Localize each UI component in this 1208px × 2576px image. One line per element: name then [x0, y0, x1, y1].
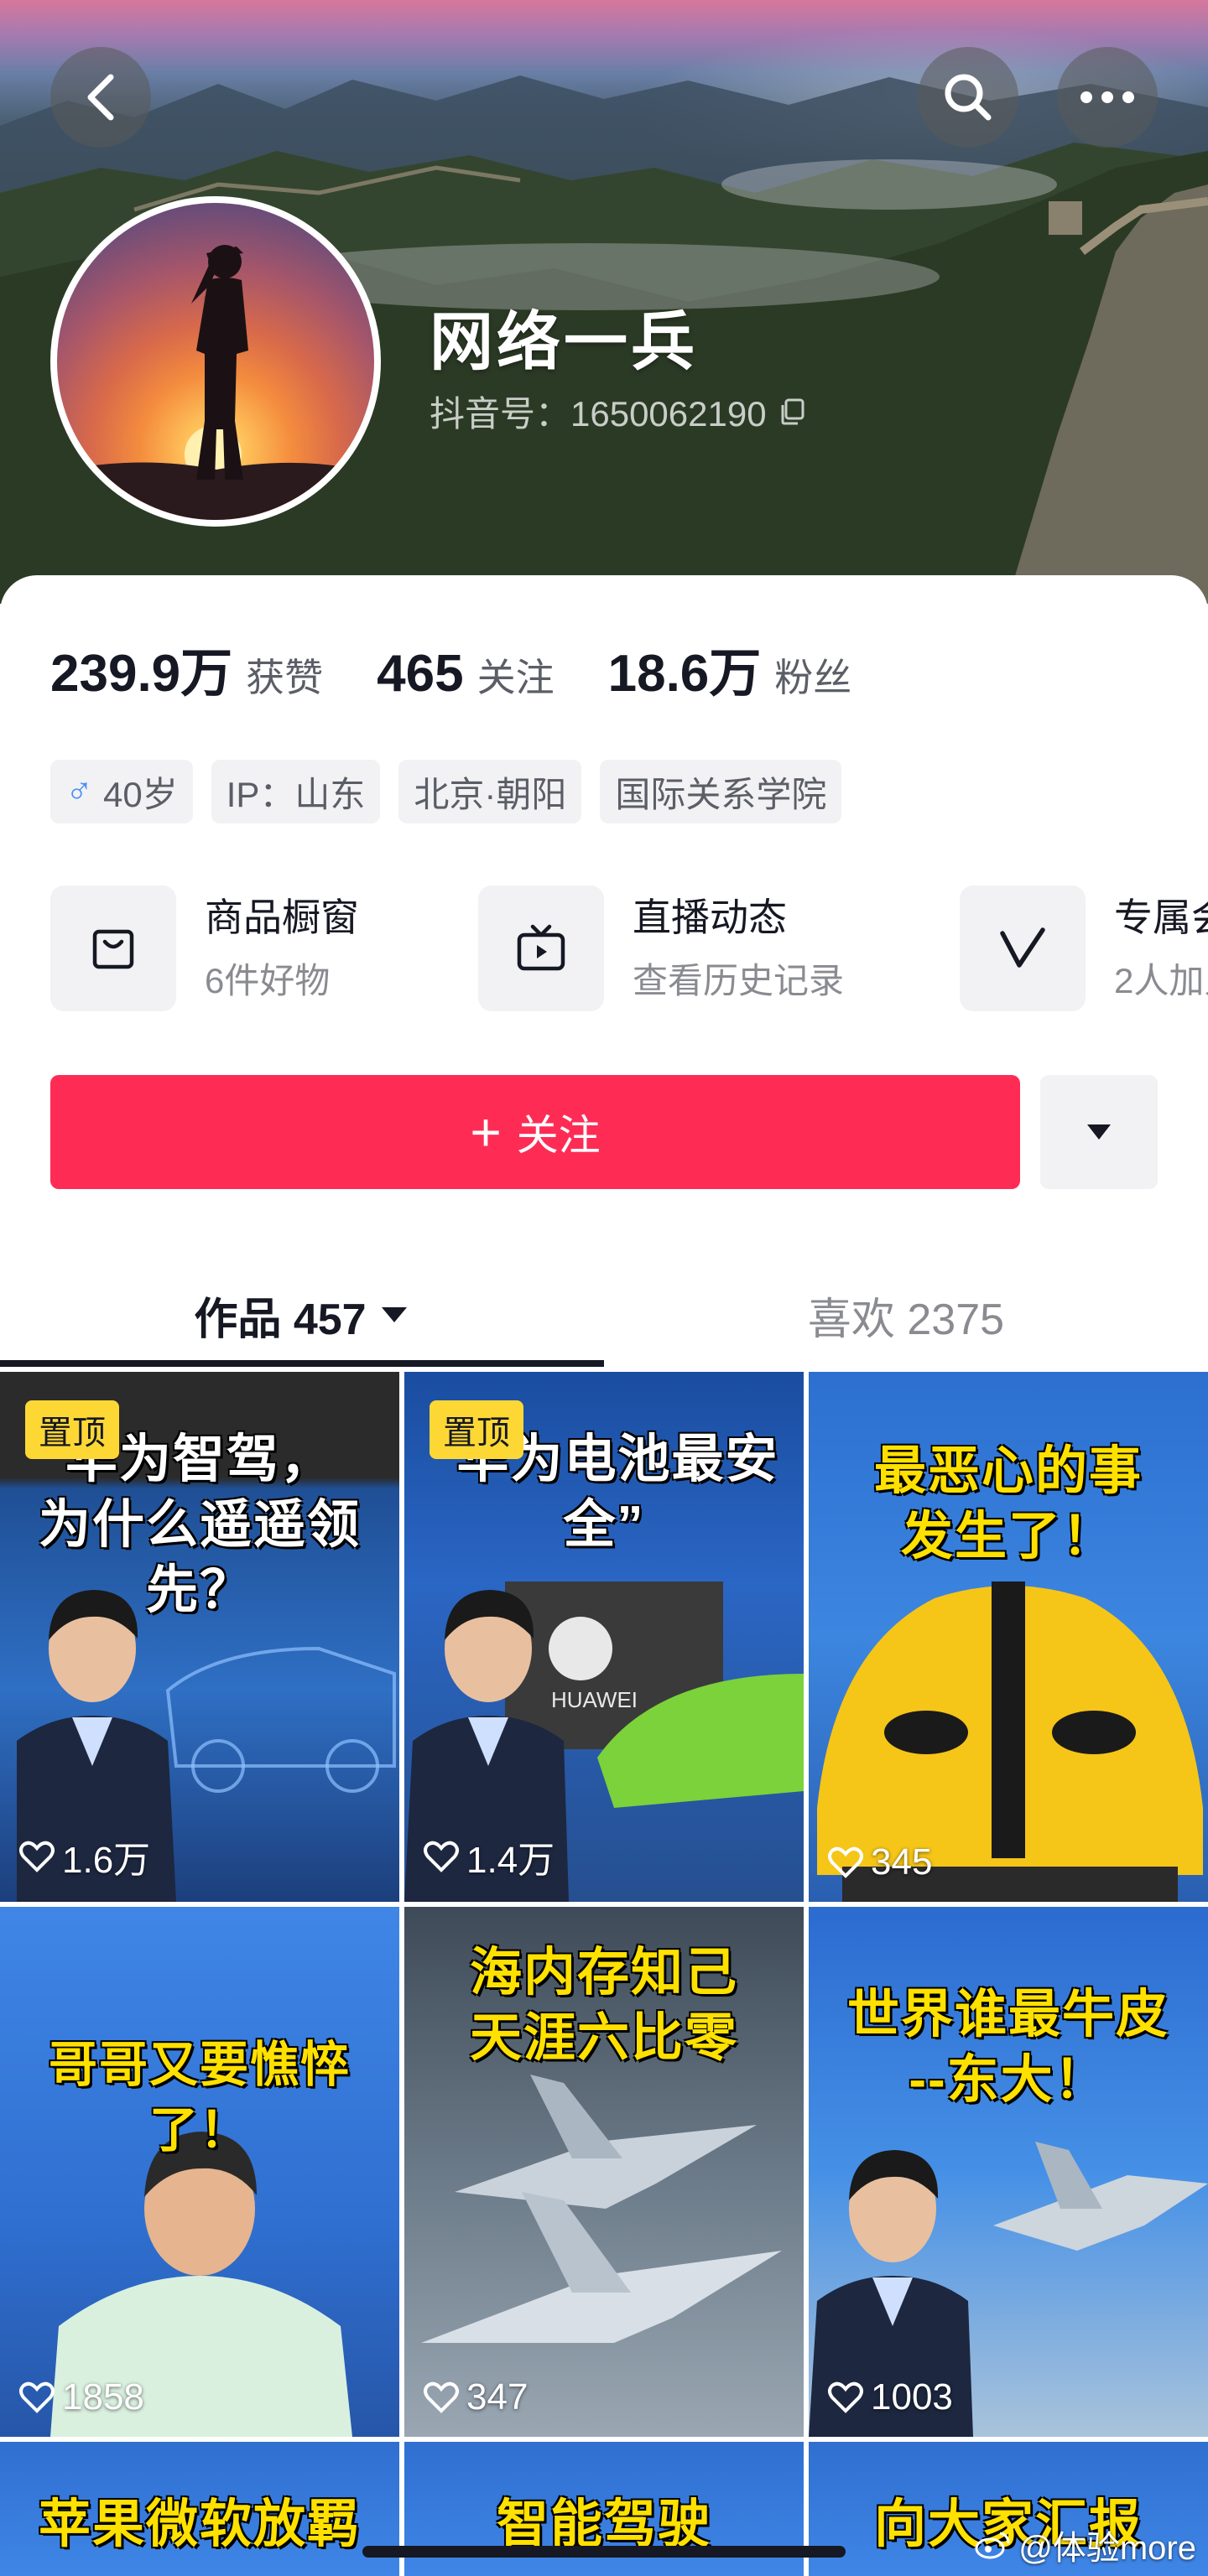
video-likes: 345: [827, 1841, 932, 1883]
service-subtitle: 2人加入: [1114, 961, 1208, 1000]
home-indicator[interactable]: [362, 2546, 846, 2558]
stat-following[interactable]: 465 关注: [377, 644, 554, 704]
weibo-logo-icon: [975, 2532, 1010, 2559]
active-tab-indicator: [0, 1360, 604, 1367]
service-subtitle: 查看历史记录: [633, 961, 845, 1000]
shopping-bag-icon: [50, 886, 176, 1011]
video-thumbnail[interactable]: 世界谁最牛皮 --东大！ 1003: [809, 1907, 1208, 2437]
stat-value: 465: [377, 645, 464, 703]
douyin-id-text: 抖音号：1650062190: [430, 394, 767, 434]
video-headline: 世界谁最牛皮 --东大！: [846, 1986, 1169, 2109]
follow-label: 关注: [516, 1112, 601, 1159]
heart-icon: [828, 1846, 863, 1878]
video-headline: 哥哥又要憔悴了！: [48, 2038, 351, 2158]
video-headline: 海内存知己 天涯六比零: [469, 1944, 738, 2067]
pinned-badge: 置顶: [25, 1400, 119, 1459]
avatar[interactable]: [50, 196, 381, 527]
profile-tags: ♂ 40岁 IP：山东 北京·朝阳 国际关系学院: [50, 760, 842, 823]
thumbnail-art: [50, 2132, 352, 2437]
stat-label: 粉丝: [774, 656, 852, 699]
video-thumbnail[interactable]: 苹果微软放羁: [0, 2442, 399, 2576]
video-thumbnail[interactable]: 华为智驾， 为什么遥遥领先？ 置顶 1.6万: [0, 1372, 399, 1902]
video-thumbnail[interactable]: 最恶心的事 发生了！ 345: [809, 1372, 1208, 1902]
svg-text:HUAWEI: HUAWEI: [551, 1687, 638, 1712]
pinned-badge: 置顶: [430, 1400, 523, 1459]
profile-cover: 网络一兵 抖音号：1650062190: [0, 0, 1208, 604]
stat-value: 239.9万: [50, 645, 233, 703]
video-likes: 1.4万: [423, 1830, 555, 1883]
profile-stats: 239.9万 获赞 465 关注 18.6万 粉丝: [50, 631, 905, 706]
vip-v-icon: [960, 886, 1086, 1011]
service-membership[interactable]: 专属会员 2人加入: [960, 886, 1208, 1011]
service-entries: 商品橱窗 6件好物 直播动态 查看历史记录 专属 2人加: [50, 886, 1208, 1013]
recommend-dropdown-button[interactable]: [1040, 1075, 1158, 1189]
heart-icon: [424, 2381, 459, 2413]
search-button[interactable]: [918, 47, 1018, 148]
caret-down-icon: [381, 1307, 407, 1322]
video-thumbnail[interactable]: 海内存知己 天涯六比零 347: [404, 1907, 804, 2437]
stat-value: 18.6万: [607, 645, 762, 703]
tab-works-label: 作品 457: [194, 1295, 367, 1344]
heart-icon: [424, 1841, 459, 1872]
service-shop-window[interactable]: 商品橱窗 6件好物: [50, 886, 359, 1011]
video-likes: 1003: [827, 2376, 953, 2418]
search-icon: [945, 74, 992, 121]
video-headline: 最恶心的事 发生了！: [873, 1442, 1143, 1566]
video-likes: 1.6万: [18, 1830, 150, 1883]
saluting-soldier-silhouette: [57, 245, 374, 520]
stat-followers[interactable]: 18.6万 粉丝: [608, 631, 852, 706]
watermark-text: @体验more: [1018, 2530, 1196, 2567]
weibo-watermark: @体验more: [975, 2521, 1196, 2569]
caret-down-icon: [1087, 1124, 1111, 1140]
video-headline: 苹果微软放羁: [38, 2496, 361, 2553]
video-thumbnail[interactable]: 哥哥又要憔悴了！ 1858: [0, 1907, 399, 2437]
more-dots-icon: [1080, 91, 1134, 103]
heart-icon: [828, 2381, 863, 2413]
follow-button[interactable]: + 关注: [50, 1075, 1020, 1189]
stat-likes[interactable]: 239.9万 获赞: [50, 631, 323, 706]
chevron-left-icon: [87, 74, 114, 121]
heart-icon: [19, 2381, 55, 2413]
video-likes: 347: [423, 2376, 528, 2418]
male-icon: ♂: [65, 771, 93, 812]
content-tabs: 作品 457 喜欢 2375: [0, 1263, 1208, 1367]
tag-label: 40岁: [103, 774, 178, 814]
plus-icon: +: [470, 1102, 502, 1162]
douyin-id[interactable]: 抖音号：1650062190: [430, 386, 807, 437]
service-live-history[interactable]: 直播动态 查看历史记录: [478, 886, 844, 1011]
service-title: 商品橱窗: [205, 896, 359, 939]
copy-icon[interactable]: [778, 397, 807, 426]
back-button[interactable]: [50, 47, 151, 148]
heart-icon: [19, 1841, 55, 1872]
stat-label: 获赞: [246, 656, 324, 699]
tab-works[interactable]: 作品 457: [0, 1263, 604, 1367]
tag-gender-age: ♂ 40岁: [50, 760, 193, 823]
tag-school[interactable]: 国际关系学院: [600, 760, 842, 823]
profile-nickname: 网络一兵: [430, 307, 698, 378]
more-options-button[interactable]: [1057, 47, 1158, 148]
service-title: 专属会员: [1114, 896, 1208, 939]
video-likes: 1858: [18, 2376, 144, 2418]
video-thumbnail[interactable]: HUAWEI “华为电池最安全” 置顶 1.4万: [404, 1372, 804, 1902]
stat-label: 关注: [476, 656, 555, 699]
tab-likes[interactable]: 喜欢 2375: [604, 1263, 1208, 1367]
service-subtitle: 6件好物: [205, 961, 331, 1000]
live-tv-icon: [478, 886, 604, 1011]
service-title: 直播动态: [633, 896, 787, 939]
tag-ip-location: IP：山东: [211, 760, 381, 823]
tag-city: 北京·朝阳: [398, 760, 582, 823]
